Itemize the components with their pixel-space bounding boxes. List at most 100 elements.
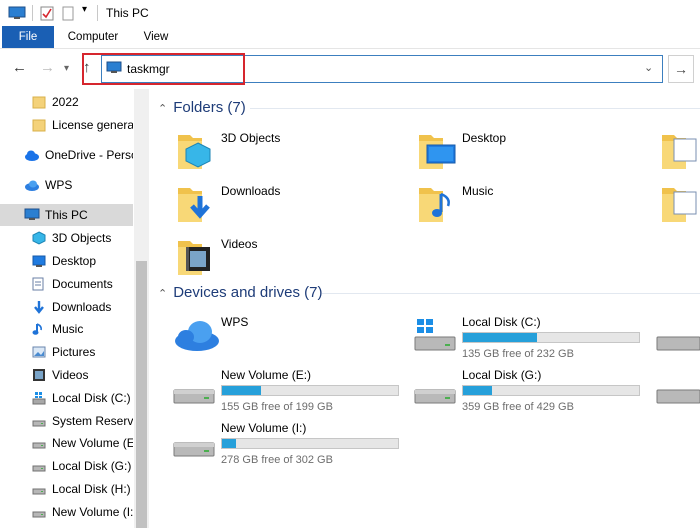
folder-tile[interactable]: Desktop [417,129,637,177]
sidebar-scrollbar-thumb[interactable] [136,261,147,528]
music-icon [32,322,46,336]
drive-usage-fill [463,333,537,342]
separator [97,5,98,21]
drive-icon[interactable] [655,317,700,356]
sidebar-item[interactable]: Local Disk (H:) [0,478,133,500]
divider [250,108,700,109]
drive-tile[interactable]: Local Disk (C:) 135 GB free of 232 GB [413,313,643,361]
sidebar-item[interactable]: Desktop [0,250,133,272]
sidebar-item-label: New Volume (E:) [52,436,133,450]
3d-objects-icon [32,231,46,245]
drive-free-space: 155 GB free of 199 GB [221,401,333,413]
drive-label: WPS [221,315,249,329]
drive-tile[interactable]: New Volume (E:) 155 GB free of 199 GB [172,366,402,414]
downloads-icon [32,300,46,314]
sidebar-item[interactable]: Local Disk (C:) [0,387,133,409]
chevron-up-icon: ⌃ [158,288,168,300]
sidebar-item[interactable]: 3D Objects [0,227,133,249]
sidebar-item-label: Videos [52,368,89,382]
sidebar-item-label: 3D Objects [52,231,112,245]
pictures-icon[interactable] [660,182,700,227]
sidebar-item-label: System Reserved [52,414,133,428]
sidebar-item-label: WPS [45,178,73,192]
drive-icon[interactable] [655,370,700,409]
sidebar-item[interactable]: Documents [0,273,133,295]
sidebar-item-label: This PC [45,208,88,222]
window-title: This PC [106,6,149,20]
sidebar-item[interactable]: 2022 [0,91,133,113]
wps-cloud-icon [172,317,222,356]
drive-icon [413,370,457,409]
folder-icon [32,95,46,109]
this-pc-icon[interactable] [8,6,26,23]
sidebar-item-label: 2022 [52,95,79,109]
chevron-down-icon[interactable]: ⌄ [644,61,653,74]
sidebar-item[interactable]: Videos [0,364,133,386]
sidebar-item-label: Pictures [52,345,96,359]
properties-icon[interactable] [40,6,54,24]
videos-icon [32,368,46,382]
sidebar-item[interactable]: This PC [0,204,133,226]
drive-free-space: 278 GB free of 302 GB [221,454,333,466]
folder-tile[interactable]: Music [417,182,637,230]
drive-usage-fill [463,386,492,395]
drive-tile[interactable]: Local Disk (G:) 359 GB free of 429 GB [413,366,643,414]
sidebar-item[interactable]: OneDrive - Person [0,144,133,166]
sidebar-item[interactable]: New Volume (I:) [0,501,133,523]
documents-icon [32,277,46,291]
drive-icon [32,459,46,473]
drive-c-icon [413,317,457,356]
drive-icon [172,370,216,409]
content-pane: ⌃ Folders (7) 3D Objects Desktop Downloads M… [150,89,700,528]
back-button[interactable]: ← [12,59,27,76]
sidebar-item[interactable]: Local Disk (G:) [0,455,133,477]
go-button[interactable]: → [668,55,694,83]
folder-label: Music [462,184,494,198]
tab-view[interactable]: View [132,26,180,48]
drives-group-header[interactable]: ⌃ Devices and drives (7) [158,284,322,301]
music-icon [417,182,461,227]
folder-label: Videos [221,237,258,251]
folder-tile[interactable]: 3D Objects [176,129,396,177]
this-pc-icon [24,208,40,222]
folders-group-header[interactable]: ⌃ Folders (7) [158,99,246,116]
drive-icon [32,436,46,450]
customize-quick-access-icon[interactable]: ▾ [82,4,87,15]
drive-icon [32,414,46,428]
sidebar-item[interactable]: License generate [0,114,133,136]
folder-tile[interactable]: Downloads [176,182,396,230]
desktop-icon [417,129,461,174]
sidebar-item-label: Downloads [52,300,112,314]
separator [32,5,33,21]
sidebar-item-label: Local Disk (G:) [52,459,132,473]
drive-tile[interactable]: WPS [172,313,402,361]
sidebar-item[interactable]: Downloads [0,296,133,318]
downloads-icon [176,182,220,227]
tab-file[interactable]: File [2,26,54,48]
sidebar-item[interactable]: WPS [0,174,133,196]
sidebar-item-label: Desktop [52,254,97,268]
title-bar: ▾ This PC [0,0,700,26]
drive-free-space: 135 GB free of 232 GB [462,348,574,360]
tab-computer[interactable]: Computer [60,26,126,48]
new-folder-icon[interactable] [62,6,74,24]
drive-usage-bar [462,385,640,396]
highlight-box [82,53,245,85]
sidebar-item[interactable]: System Reserved [0,410,133,432]
drive-tile[interactable]: New Volume (I:) 278 GB free of 302 GB [172,419,402,467]
drive-usage-bar [221,385,399,396]
sidebar-item-label: License generate [52,118,133,132]
forward-button[interactable]: → [40,59,55,76]
sidebar-item[interactable]: Pictures [0,341,133,363]
folder-tile[interactable]: Videos [176,235,396,283]
ribbon-tabs: File Computer View [0,26,700,49]
drive-label: Local Disk (G:) [462,368,542,382]
documents-icon[interactable] [660,129,700,174]
drive-usage-bar [221,438,399,449]
sidebar-item-label: New Volume (I:) [52,505,133,519]
sidebar-item[interactable]: New Volume (E:) [0,432,133,454]
sidebar-item[interactable]: Music [0,318,133,340]
drive-label: Local Disk (C:) [462,315,541,329]
recent-locations-icon[interactable]: ▾ [64,63,69,74]
drive-label: New Volume (E:) [221,368,312,382]
